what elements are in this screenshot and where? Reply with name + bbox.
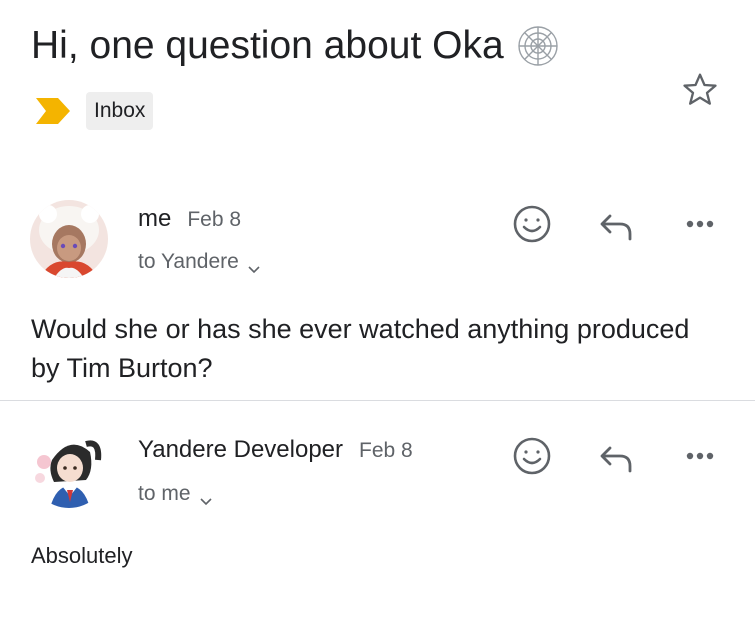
emoji-reaction-icon[interactable] xyxy=(510,202,554,246)
thread-subject: Hi, one question about Oka xyxy=(31,24,560,68)
emoji-reaction-icon[interactable] xyxy=(510,434,554,478)
chevron-down-icon xyxy=(247,257,261,274)
label-row: Inbox xyxy=(36,92,154,130)
spider-web-icon xyxy=(516,24,560,68)
recipient-text: to me xyxy=(138,482,191,505)
message-date: Feb 8 xyxy=(359,439,413,462)
message-divider xyxy=(0,400,755,401)
label-chip-inbox[interactable]: Inbox xyxy=(86,92,154,130)
more-options-icon[interactable] xyxy=(678,434,722,478)
chevron-down-icon xyxy=(199,489,213,506)
reply-icon[interactable] xyxy=(594,204,638,248)
recipient-text: to Yandere xyxy=(138,250,239,273)
email-thread-view: Hi, one question about Oka Inbox me Feb … xyxy=(0,0,755,618)
star-outline-icon[interactable] xyxy=(680,70,720,110)
recipient-details-toggle[interactable]: to me xyxy=(138,482,213,506)
message-body: Would she or has she ever watched anythi… xyxy=(31,314,690,383)
importance-marker-icon xyxy=(36,98,70,124)
recipient-details-toggle[interactable]: to Yandere xyxy=(138,250,261,274)
user-avatar[interactable] xyxy=(30,200,108,278)
sender-line: me Feb 8 xyxy=(138,205,241,233)
sender-line: Yandere Developer Feb 8 xyxy=(138,436,413,464)
more-options-icon[interactable] xyxy=(678,202,722,246)
sender-name: me xyxy=(138,205,172,232)
subject-text: Hi, one question about Oka xyxy=(31,24,504,67)
message-date: Feb 8 xyxy=(187,208,242,231)
sender-name: Yandere Developer xyxy=(138,436,344,463)
message-body: Absolutely xyxy=(31,543,133,568)
sender-avatar[interactable] xyxy=(30,430,108,508)
reply-icon[interactable] xyxy=(594,436,638,480)
